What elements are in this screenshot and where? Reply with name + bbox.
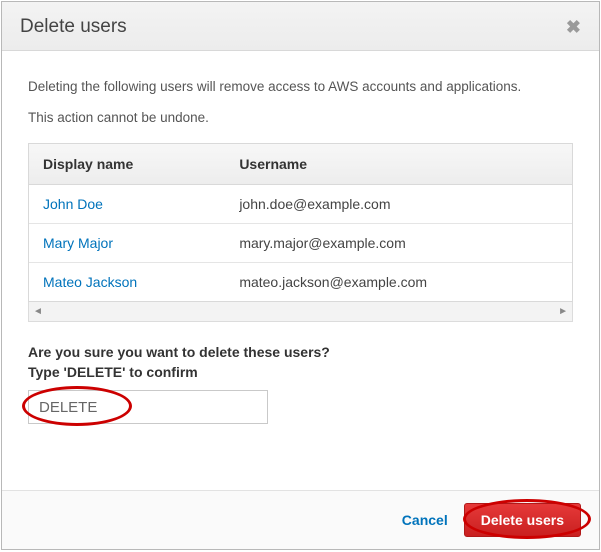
horizontal-scrollbar[interactable]: ◄ ► xyxy=(28,302,573,322)
dialog-footer: Cancel Delete users xyxy=(2,490,599,549)
table-row: Mary Major mary.major@example.com xyxy=(29,224,572,263)
user-username: john.doe@example.com xyxy=(225,185,572,224)
warning-text: This action cannot be undone. xyxy=(28,110,573,125)
scroll-left-icon[interactable]: ◄ xyxy=(33,306,43,317)
confirm-delete-input[interactable] xyxy=(28,390,268,424)
user-link[interactable]: Mateo Jackson xyxy=(43,274,137,290)
dialog-title: Delete users xyxy=(20,16,127,38)
users-table-wrap: Display name Username John Doe john.doe@… xyxy=(28,143,573,302)
users-table: Display name Username John Doe john.doe@… xyxy=(29,144,572,301)
confirm-hint: Type 'DELETE' to confirm xyxy=(28,364,573,380)
close-icon[interactable]: ✖ xyxy=(566,18,581,36)
delete-users-dialog: Delete users ✖ Deleting the following us… xyxy=(1,1,600,550)
col-display-name: Display name xyxy=(29,144,225,185)
user-link[interactable]: John Doe xyxy=(43,196,103,212)
table-row: Mateo Jackson mateo.jackson@example.com xyxy=(29,263,572,302)
user-link[interactable]: Mary Major xyxy=(43,235,113,251)
user-username: mateo.jackson@example.com xyxy=(225,263,572,302)
user-username: mary.major@example.com xyxy=(225,224,572,263)
confirm-input-row xyxy=(28,390,268,424)
col-username: Username xyxy=(225,144,572,185)
dialog-body: Deleting the following users will remove… xyxy=(2,51,599,490)
cancel-button[interactable]: Cancel xyxy=(398,506,452,534)
table-row: John Doe john.doe@example.com xyxy=(29,185,572,224)
lead-text: Deleting the following users will remove… xyxy=(28,79,573,94)
delete-users-button[interactable]: Delete users xyxy=(464,503,581,537)
confirm-question: Are you sure you want to delete these us… xyxy=(28,344,573,360)
scroll-right-icon[interactable]: ► xyxy=(558,306,568,317)
dialog-header: Delete users ✖ xyxy=(2,2,599,51)
